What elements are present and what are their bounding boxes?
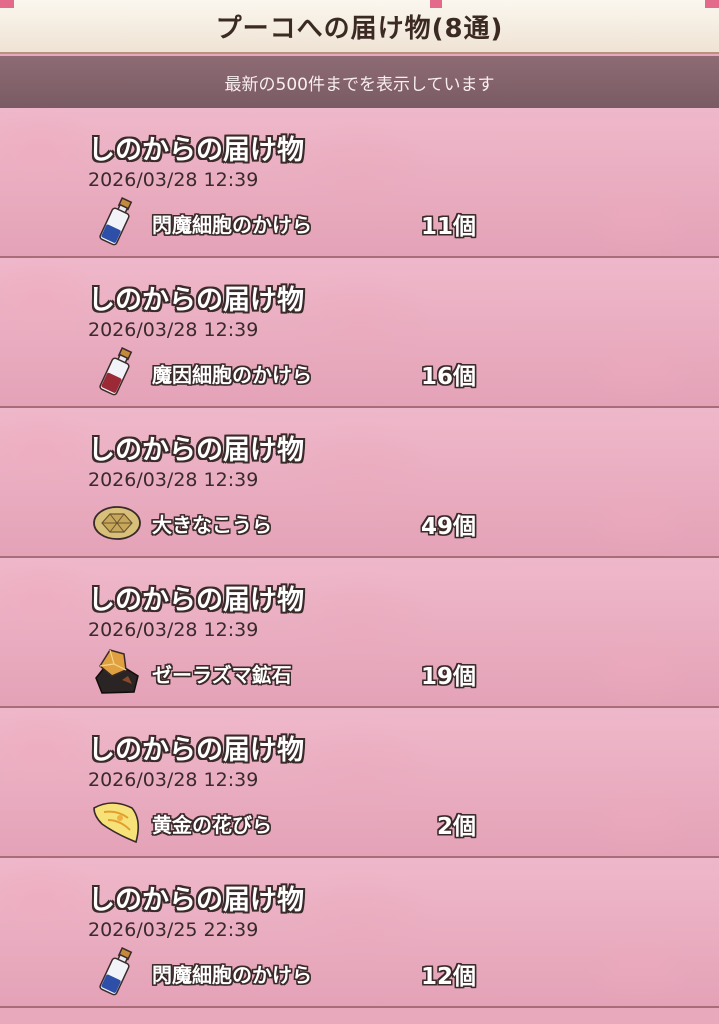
vial-icon <box>99 947 133 996</box>
shell-icon <box>93 506 141 540</box>
item-name: 黄金の花びら <box>152 813 272 837</box>
delivery-date: 2026/03/28 12:39 <box>88 469 259 491</box>
delivery-date: 2026/03/28 12:39 <box>88 769 259 791</box>
page-title: プーコへの届け物(8通) <box>215 13 504 44</box>
delivery-date: 2026/03/25 22:39 <box>88 919 259 941</box>
info-text: 最新の500件までを表示しています <box>224 74 495 95</box>
delivery-row[interactable]: しのからの届け物 2026/03/25 22:39 閃魔細胞のかけら 12個 <box>0 858 719 1008</box>
ore-icon <box>95 649 139 694</box>
delivery-row[interactable]: しのからの届け物 2026/03/28 12:39 魔因細胞のかけら 16個 <box>0 258 719 408</box>
corner-accent <box>705 0 719 8</box>
delivery-row[interactable]: しのからの届け物 2026/03/28 12:39 閃魔細胞のかけら 11個 <box>0 108 719 258</box>
item-name: 閃魔細胞のかけら <box>152 963 312 987</box>
delivery-date: 2026/03/28 12:39 <box>88 619 259 641</box>
item-quantity: 11個 <box>420 214 476 240</box>
sender-label: しのからの届け物 <box>88 135 304 166</box>
item-name: 大きなこうら <box>152 513 272 537</box>
item-quantity: 2個 <box>436 814 476 840</box>
sender-label: しのからの届け物 <box>88 585 304 616</box>
petal-icon <box>93 802 140 844</box>
item-name: 閃魔細胞のかけら <box>152 213 312 237</box>
delivery-row[interactable]: しのからの届け物 2026/03/28 12:39 大きなこうら 49個 <box>0 408 719 558</box>
vial-red-icon <box>99 347 133 396</box>
title-bar: プーコへの届け物(8通) <box>0 0 719 54</box>
sender-label: しのからの届け物 <box>88 285 304 316</box>
item-quantity: 12個 <box>420 964 476 990</box>
sender-label: しのからの届け物 <box>88 735 304 766</box>
delivery-list[interactable]: しのからの届け物 2026/03/28 12:39 閃魔細胞のかけら 11個 し… <box>0 108 719 1024</box>
info-bar: 最新の500件までを表示しています <box>0 56 719 108</box>
item-name: ゼーラズマ鉱石 <box>152 663 292 687</box>
delivery-row[interactable]: しのからの届け物 2026/03/28 12:39 ゼーラズマ鉱石 19個 <box>0 558 719 708</box>
vial-icon <box>99 197 133 246</box>
item-name: 魔因細胞のかけら <box>152 363 312 387</box>
sender-label: しのからの届け物 <box>88 435 304 466</box>
item-quantity: 19個 <box>420 664 476 690</box>
delivery-date: 2026/03/28 12:39 <box>88 319 259 341</box>
sender-label: しのからの届け物 <box>88 885 304 916</box>
item-quantity: 16個 <box>420 364 476 390</box>
item-quantity: 49個 <box>420 514 476 540</box>
corner-accent <box>430 0 442 8</box>
corner-accent <box>0 0 14 8</box>
delivery-date: 2026/03/28 12:39 <box>88 169 259 191</box>
delivery-row[interactable]: しのからの届け物 2026/03/28 12:39 黄金の花びら 2個 <box>0 708 719 858</box>
